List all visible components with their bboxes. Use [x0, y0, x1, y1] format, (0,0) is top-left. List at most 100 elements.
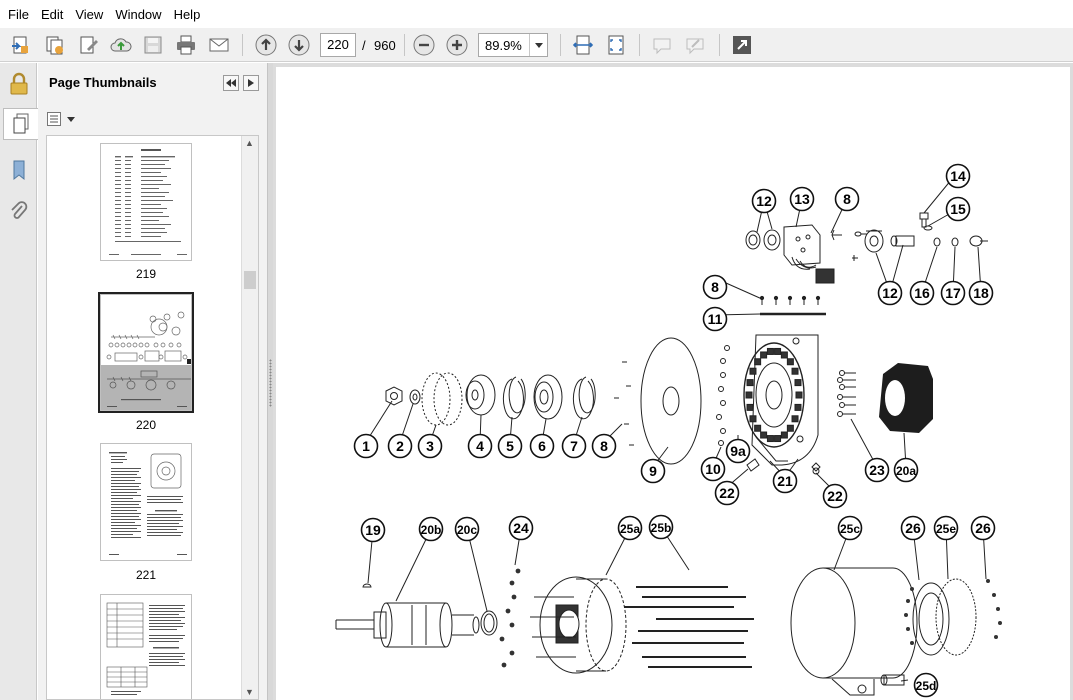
speech-bubble-icon	[653, 38, 671, 55]
callout-text: 12	[882, 285, 898, 301]
collapse-panel-button[interactable]	[223, 75, 239, 91]
plus-circle-icon	[446, 34, 468, 56]
chevron-down-icon	[67, 116, 75, 122]
callout-text: 1	[362, 438, 370, 454]
security-button[interactable]	[4, 68, 34, 100]
email-button[interactable]	[206, 32, 232, 58]
thumbnail-page-219[interactable]	[100, 143, 192, 261]
callout-20a: 20a	[893, 457, 919, 483]
callout-text: 8	[711, 279, 719, 295]
menu-help[interactable]: Help	[168, 7, 207, 23]
document-viewport[interactable]: 1 2 3 4 5 6 7 8 9 10 9a 21 22 22 23 20a 8 11 12 13 8 14 15 12 16…	[273, 63, 1073, 700]
terminal-block	[749, 367, 757, 375]
bookmarks-button[interactable]	[4, 154, 34, 186]
callout-text: 12	[756, 193, 772, 209]
page-separator: /	[362, 38, 366, 53]
callout-text: 26	[905, 520, 921, 536]
callout-text: 18	[973, 285, 989, 301]
thumbnail-page-222[interactable]	[100, 594, 192, 699]
double-chevron-left-icon	[226, 79, 236, 87]
previous-page-button[interactable]	[253, 32, 279, 58]
callout-text: 17	[945, 285, 961, 301]
thumbnail-page-220[interactable]	[98, 292, 194, 413]
callout-text: 20a	[896, 464, 916, 478]
callout-text: 6	[538, 438, 546, 454]
callout-20b: 20b	[418, 516, 444, 542]
callout-25b: 25b	[648, 514, 674, 540]
callout-text: 7	[570, 438, 578, 454]
scrollbar-thumb[interactable]	[244, 271, 256, 289]
screw-mark	[501, 662, 507, 668]
callout-text: 22	[719, 485, 735, 501]
toolbar-separator	[639, 34, 640, 56]
thumbnail-preview	[109, 149, 187, 255]
callout-22: 22	[714, 480, 740, 506]
callout-14: 14	[945, 163, 971, 189]
chevron-down-icon	[529, 34, 547, 56]
menu-view[interactable]: View	[69, 7, 109, 23]
print-button[interactable]	[173, 32, 199, 58]
pdf-reader-window: File Edit View Window Help 220 / 960 89.…	[0, 0, 1073, 700]
callout-text: 23	[869, 462, 885, 478]
terminal-block	[754, 358, 762, 366]
front-assembly	[385, 334, 856, 475]
chevron-down-icon[interactable]: ▼	[245, 687, 254, 697]
callout-text: 8	[843, 191, 851, 207]
expand-icon	[733, 36, 751, 54]
comment-button[interactable]	[649, 32, 675, 58]
page-number-input[interactable]: 220	[320, 33, 356, 57]
screw-mark	[509, 580, 515, 586]
zoom-in-button[interactable]	[444, 32, 470, 58]
chevron-up-icon[interactable]: ▲	[245, 138, 254, 148]
paperclip-icon	[11, 201, 28, 219]
combine-files-button[interactable]	[42, 32, 68, 58]
callout-12: 12	[877, 280, 903, 306]
terminal-block	[774, 435, 782, 443]
thumbnail-list[interactable]: 219 220 221 ▲ ▼	[46, 135, 259, 700]
screw-mark	[509, 622, 515, 628]
lock-icon	[10, 72, 28, 95]
highlight-button[interactable]	[682, 32, 708, 58]
callout-text: 21	[777, 473, 793, 489]
attachments-button[interactable]	[4, 196, 34, 228]
full-screen-button[interactable]	[729, 32, 755, 58]
thumbnail-label: 220	[135, 418, 157, 432]
fit-page-button[interactable]	[603, 32, 629, 58]
callout-24: 24	[508, 515, 534, 541]
thumbnail-page-221[interactable]	[100, 443, 192, 561]
pages-icon	[13, 113, 29, 134]
toolbar-separator	[404, 34, 405, 56]
fit-page-icon	[608, 35, 624, 55]
create-pdf-button[interactable]	[8, 32, 34, 58]
expand-panel-button[interactable]	[243, 75, 259, 91]
callout-text: 25c	[840, 522, 860, 536]
callout-text: 24	[513, 520, 529, 536]
screw-mark	[910, 587, 914, 591]
callout-text: 8	[600, 438, 608, 454]
menu-file[interactable]: File	[2, 7, 35, 23]
fit-width-button[interactable]	[570, 32, 596, 58]
callout-3: 3	[417, 433, 443, 459]
thumbnail-scrollbar[interactable]: ▲ ▼	[241, 136, 258, 699]
zoom-out-button[interactable]	[411, 32, 437, 58]
upload-button[interactable]	[108, 32, 134, 58]
callout-text: 20b	[421, 523, 442, 537]
thumbnail-options-button[interactable]	[47, 110, 75, 128]
callout-text: 2	[396, 438, 404, 454]
edit-document-button[interactable]	[76, 32, 102, 58]
callout-text: 15	[950, 201, 966, 217]
screw-mark	[505, 608, 511, 614]
chevron-right-icon	[248, 79, 254, 87]
screw-mark	[992, 593, 996, 597]
page-thumbnails-button[interactable]	[3, 108, 38, 140]
zoom-level-select[interactable]: 89.9%	[478, 33, 548, 57]
splitter-grip[interactable]	[269, 359, 272, 407]
save-button[interactable]	[140, 32, 166, 58]
screw-mark	[998, 621, 1002, 625]
printer-icon	[177, 35, 195, 55]
callout-9a: 9a	[725, 438, 751, 464]
callout-text: 5	[506, 438, 514, 454]
menu-edit[interactable]: Edit	[35, 7, 69, 23]
next-page-button[interactable]	[286, 32, 312, 58]
menu-window[interactable]: Window	[109, 7, 167, 23]
